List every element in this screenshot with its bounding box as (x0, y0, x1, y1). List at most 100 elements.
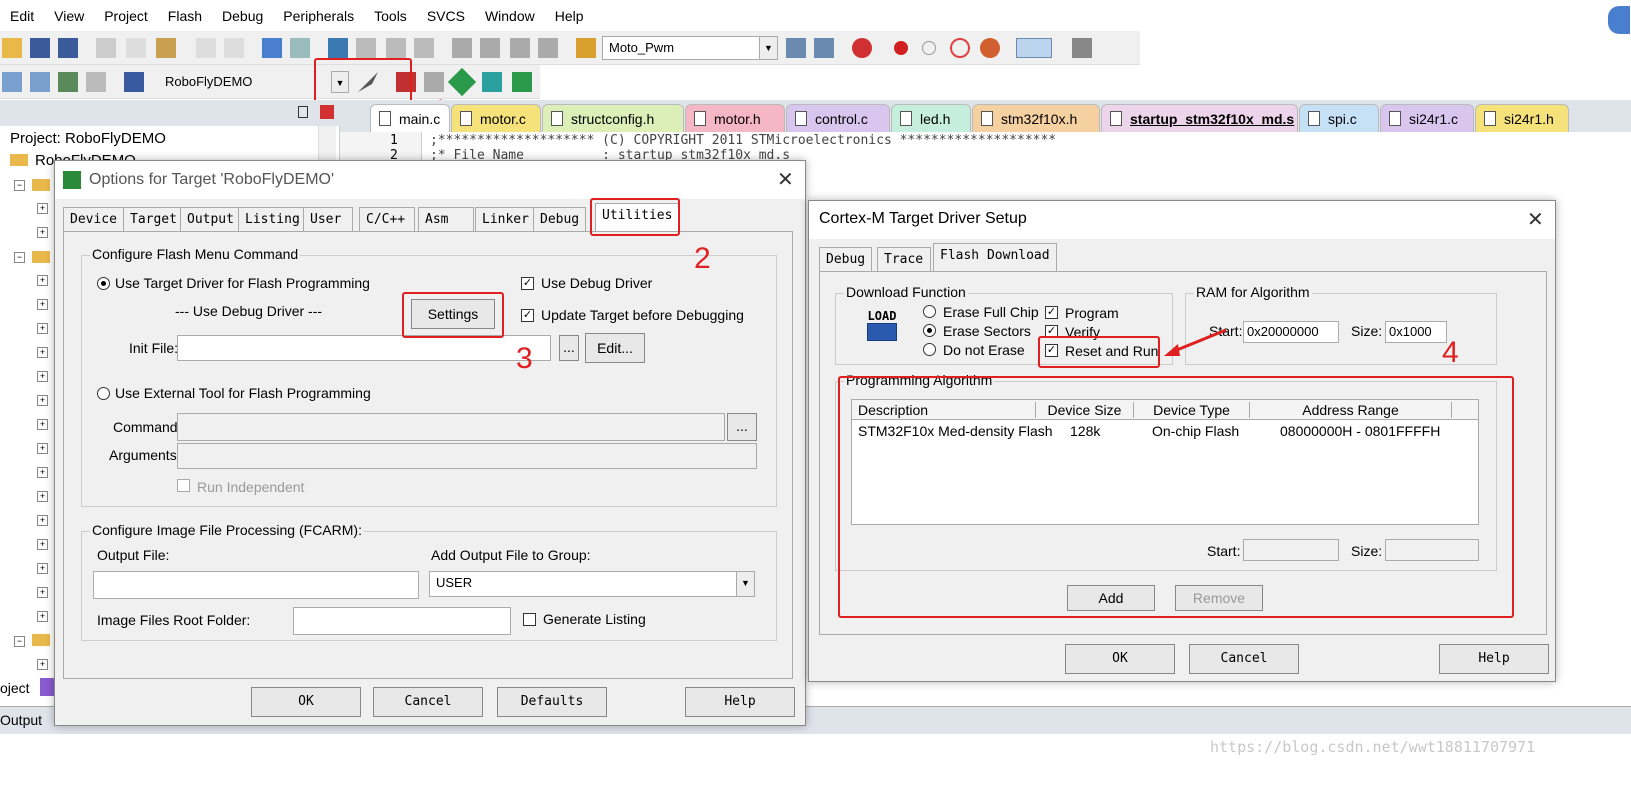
pack-installer-icon[interactable] (447, 67, 477, 97)
batch-build-icon[interactable] (86, 72, 106, 92)
use-external-tool-radio[interactable] (97, 387, 110, 400)
tab-flash-download[interactable]: Flash Download (933, 243, 1057, 271)
share-icon[interactable] (1608, 6, 1630, 34)
project-bottom-tab[interactable]: oject (0, 680, 30, 696)
manage-runtime-icon[interactable] (424, 72, 444, 92)
menu-edit[interactable]: Edit (0, 8, 44, 24)
tree-expander[interactable]: + (37, 563, 48, 574)
save-all-icon[interactable] (58, 38, 78, 58)
tab-spi-c[interactable]: spi.c (1299, 104, 1379, 132)
select-packs-icon[interactable] (482, 72, 502, 92)
comment-icon[interactable] (510, 38, 530, 58)
tree-expander[interactable]: + (37, 467, 48, 478)
cortex-help-button[interactable]: Help (1439, 644, 1549, 674)
close-icon[interactable]: ✕ (1527, 207, 1544, 232)
tab-user[interactable]: User (303, 207, 353, 231)
image-root-input[interactable] (293, 607, 511, 635)
tree-expander[interactable]: + (37, 275, 48, 286)
breakpoint-disable-icon[interactable] (922, 41, 936, 55)
tab-si24r1-c[interactable]: si24r1.c (1380, 104, 1474, 132)
options-ok-button[interactable]: OK (251, 687, 361, 717)
ram-size-input[interactable]: 0x1000 (1385, 321, 1447, 343)
runtime-env-icon[interactable] (512, 72, 532, 92)
bookmark-next-icon[interactable] (386, 38, 406, 58)
incremental-find-icon[interactable] (814, 38, 834, 58)
rebuild-icon[interactable] (58, 72, 78, 92)
output-file-input[interactable] (93, 571, 419, 599)
cut-icon[interactable] (96, 38, 116, 58)
cortex-cancel-button[interactable]: Cancel (1189, 644, 1299, 674)
tree-expander[interactable]: + (37, 347, 48, 358)
nav-forward-icon[interactable] (290, 38, 310, 58)
tab-structconfig-h[interactable]: structconfig.h (542, 104, 684, 132)
edit-button[interactable]: Edit... (585, 333, 645, 363)
window-layout-icon[interactable] (1016, 38, 1052, 58)
tab-led-h[interactable]: led.h (891, 104, 971, 132)
menu-view[interactable]: View (44, 8, 94, 24)
tab-cortex-debug[interactable]: Debug (819, 247, 873, 271)
menu-peripherals[interactable]: Peripherals (273, 8, 364, 24)
debug-session-icon[interactable] (852, 38, 872, 58)
uncomment-icon[interactable] (538, 38, 558, 58)
output-group-select[interactable]: USER ▼ (429, 571, 755, 597)
tree-expander[interactable]: + (37, 419, 48, 430)
tree-expander[interactable]: + (37, 371, 48, 382)
output-tab[interactable]: Output (0, 712, 42, 728)
tab-startup-s[interactable]: startup_stm32f10x_md.s (1101, 104, 1298, 132)
indent-icon[interactable] (452, 38, 472, 58)
arguments-input[interactable] (177, 443, 757, 469)
menu-window[interactable]: Window (475, 8, 545, 24)
nav-back-icon[interactable] (262, 38, 282, 58)
find-in-files-icon[interactable] (576, 38, 596, 58)
menu-project[interactable]: Project (94, 8, 158, 24)
tree-expander[interactable]: − (14, 180, 25, 191)
redo-icon[interactable] (224, 38, 244, 58)
tree-expander[interactable]: + (37, 203, 48, 214)
tree-expander[interactable]: + (37, 515, 48, 526)
tab-control-c[interactable]: control.c (786, 104, 890, 132)
tab-target[interactable]: Target (123, 207, 184, 231)
paste-icon[interactable] (156, 38, 176, 58)
tree-expander[interactable]: + (37, 587, 48, 598)
translate-icon[interactable] (2, 72, 22, 92)
init-file-input[interactable] (177, 335, 551, 361)
tab-asm[interactable]: Asm (418, 207, 474, 231)
project-root[interactable]: Project: RoboFlyDEMO (10, 130, 166, 147)
init-file-browse-button[interactable]: ... (559, 335, 579, 361)
options-defaults-button[interactable]: Defaults (497, 687, 607, 717)
tab-linker[interactable]: Linker (475, 207, 536, 231)
breakpoint-disable-all-icon[interactable] (950, 38, 970, 58)
chevron-down-icon[interactable]: ▼ (736, 572, 754, 596)
tab-main-c[interactable]: main.c (370, 104, 450, 132)
menu-svcs[interactable]: SVCS (417, 8, 475, 24)
menu-tools[interactable]: Tools (364, 8, 417, 24)
tree-expander[interactable]: + (37, 395, 48, 406)
bookmark-icon[interactable] (328, 38, 348, 58)
cortex-ok-button[interactable]: OK (1065, 644, 1175, 674)
command-input[interactable] (177, 413, 725, 441)
tree-expander[interactable]: + (37, 299, 48, 310)
do-not-erase-radio[interactable] (923, 343, 936, 356)
tree-expander[interactable]: + (37, 659, 48, 670)
tab-stm32f10x-h[interactable]: stm32f10x.h (972, 104, 1100, 132)
ram-start-input[interactable]: 0x20000000 (1243, 321, 1339, 343)
use-target-driver-radio[interactable] (97, 277, 110, 290)
tab-si24r1-h[interactable]: si24r1.h (1475, 104, 1569, 132)
tab-motor-c[interactable]: motor.c (451, 104, 541, 132)
tree-expander[interactable]: + (37, 443, 48, 454)
tree-expander[interactable]: + (37, 323, 48, 334)
save-icon[interactable] (30, 38, 50, 58)
pin-icon[interactable] (298, 106, 308, 118)
open-icon[interactable] (2, 38, 22, 58)
close-icon[interactable]: ✕ (777, 167, 794, 192)
tab-cortex-trace[interactable]: Trace (877, 247, 931, 271)
tree-expander[interactable]: + (37, 611, 48, 622)
undo-icon[interactable] (196, 38, 216, 58)
tree-expander[interactable]: − (14, 252, 25, 263)
menu-help[interactable]: Help (545, 8, 594, 24)
tab-device[interactable]: Device (63, 207, 124, 231)
bookmark-clear-icon[interactable] (414, 38, 434, 58)
options-cancel-button[interactable]: Cancel (373, 687, 483, 717)
config-icon[interactable] (1072, 38, 1092, 58)
command-browse-button[interactable]: ... (727, 413, 757, 441)
